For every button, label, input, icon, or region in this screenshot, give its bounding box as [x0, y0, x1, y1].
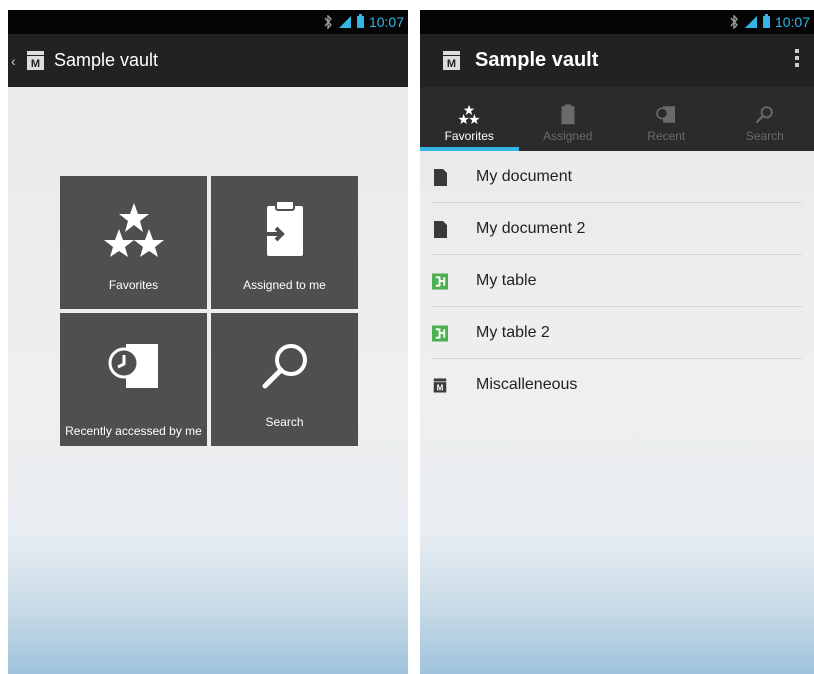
vault-icon[interactable]: M: [26, 50, 45, 71]
document-icon: [432, 220, 448, 238]
svg-text:M: M: [31, 58, 40, 70]
table-icon: [432, 324, 448, 342]
status-bar: 10:07: [420, 10, 814, 34]
tab-search-label: Search: [745, 129, 784, 143]
page-title: Sample vault: [475, 49, 599, 71]
vault-icon[interactable]: M: [442, 50, 461, 71]
tab-favorites[interactable]: Favorites: [420, 87, 519, 151]
recent-clock-icon: [654, 103, 678, 125]
favorites-screen: 10:07 M Sample vault Favorites Assigned …: [420, 10, 814, 674]
tab-favorites-label: Favorites: [444, 129, 494, 143]
list-item[interactable]: My table: [420, 255, 814, 307]
recent-tile[interactable]: Recently accessed by me: [60, 313, 207, 446]
search-tile-label: Search: [265, 415, 304, 429]
tab-assigned[interactable]: Assigned: [519, 87, 618, 151]
assigned-tile[interactable]: Assigned to me: [211, 176, 358, 309]
action-bar: M Sample vault: [420, 34, 814, 87]
overflow-menu-icon[interactable]: [794, 47, 800, 74]
tab-recent[interactable]: Recent: [617, 87, 716, 151]
tab-search[interactable]: Search: [716, 87, 814, 151]
back-chevron-icon[interactable]: ‹: [11, 53, 21, 69]
tab-bar: Favorites Assigned Recent Search: [420, 87, 814, 151]
signal-icon: [744, 16, 757, 28]
list-item-label: My table: [476, 272, 537, 289]
home-screen: 10:07 ‹ M Sample vault Favorites Assigne…: [8, 10, 408, 674]
list-item[interactable]: My document 2: [420, 203, 814, 255]
tab-recent-label: Recent: [647, 129, 686, 143]
clipboard-icon: [266, 200, 303, 256]
recent-clock-icon: [108, 344, 158, 388]
list-item[interactable]: My table 2: [420, 307, 814, 359]
tab-assigned-label: Assigned: [543, 129, 593, 143]
list-item-label: Miscalleneous: [476, 376, 578, 393]
battery-icon: [762, 14, 770, 28]
bluetooth-icon: [324, 15, 332, 29]
status-bar: 10:07: [8, 10, 408, 34]
document-icon: [432, 168, 448, 186]
list-item[interactable]: My document: [420, 151, 814, 203]
clipboard-icon: [560, 103, 576, 125]
action-bar: ‹ M Sample vault: [8, 34, 408, 87]
assigned-tile-label: Assigned to me: [243, 278, 326, 292]
vault-icon: M: [432, 376, 448, 394]
search-tile[interactable]: Search: [211, 313, 358, 446]
list-item[interactable]: M Miscalleneous: [420, 359, 814, 411]
bluetooth-icon: [730, 15, 738, 29]
search-icon: [262, 344, 307, 389]
battery-icon: [356, 14, 364, 28]
list-item-label: My document: [476, 168, 573, 185]
favorites-tile-label: Favorites: [108, 278, 159, 292]
list-item-label: My table 2: [476, 324, 550, 341]
status-time: 10:07: [774, 14, 810, 30]
search-icon: [755, 103, 774, 125]
table-icon: [432, 272, 448, 290]
list-item-label: My document 2: [476, 220, 586, 237]
favorites-list: My document My document 2 My table My ta…: [420, 151, 814, 411]
svg-text:M: M: [447, 58, 456, 70]
recent-tile-label: Recently accessed by me: [65, 424, 202, 438]
signal-icon: [338, 16, 351, 28]
home-tile-grid: Favorites Assigned to me Recently access…: [60, 176, 358, 446]
favorites-tile[interactable]: Favorites: [60, 176, 207, 309]
page-title: Sample vault: [54, 50, 159, 70]
favorites-stars-icon: [103, 203, 164, 257]
status-time: 10:07: [368, 14, 404, 30]
favorites-stars-icon: [458, 103, 480, 125]
svg-text:M: M: [437, 383, 444, 392]
